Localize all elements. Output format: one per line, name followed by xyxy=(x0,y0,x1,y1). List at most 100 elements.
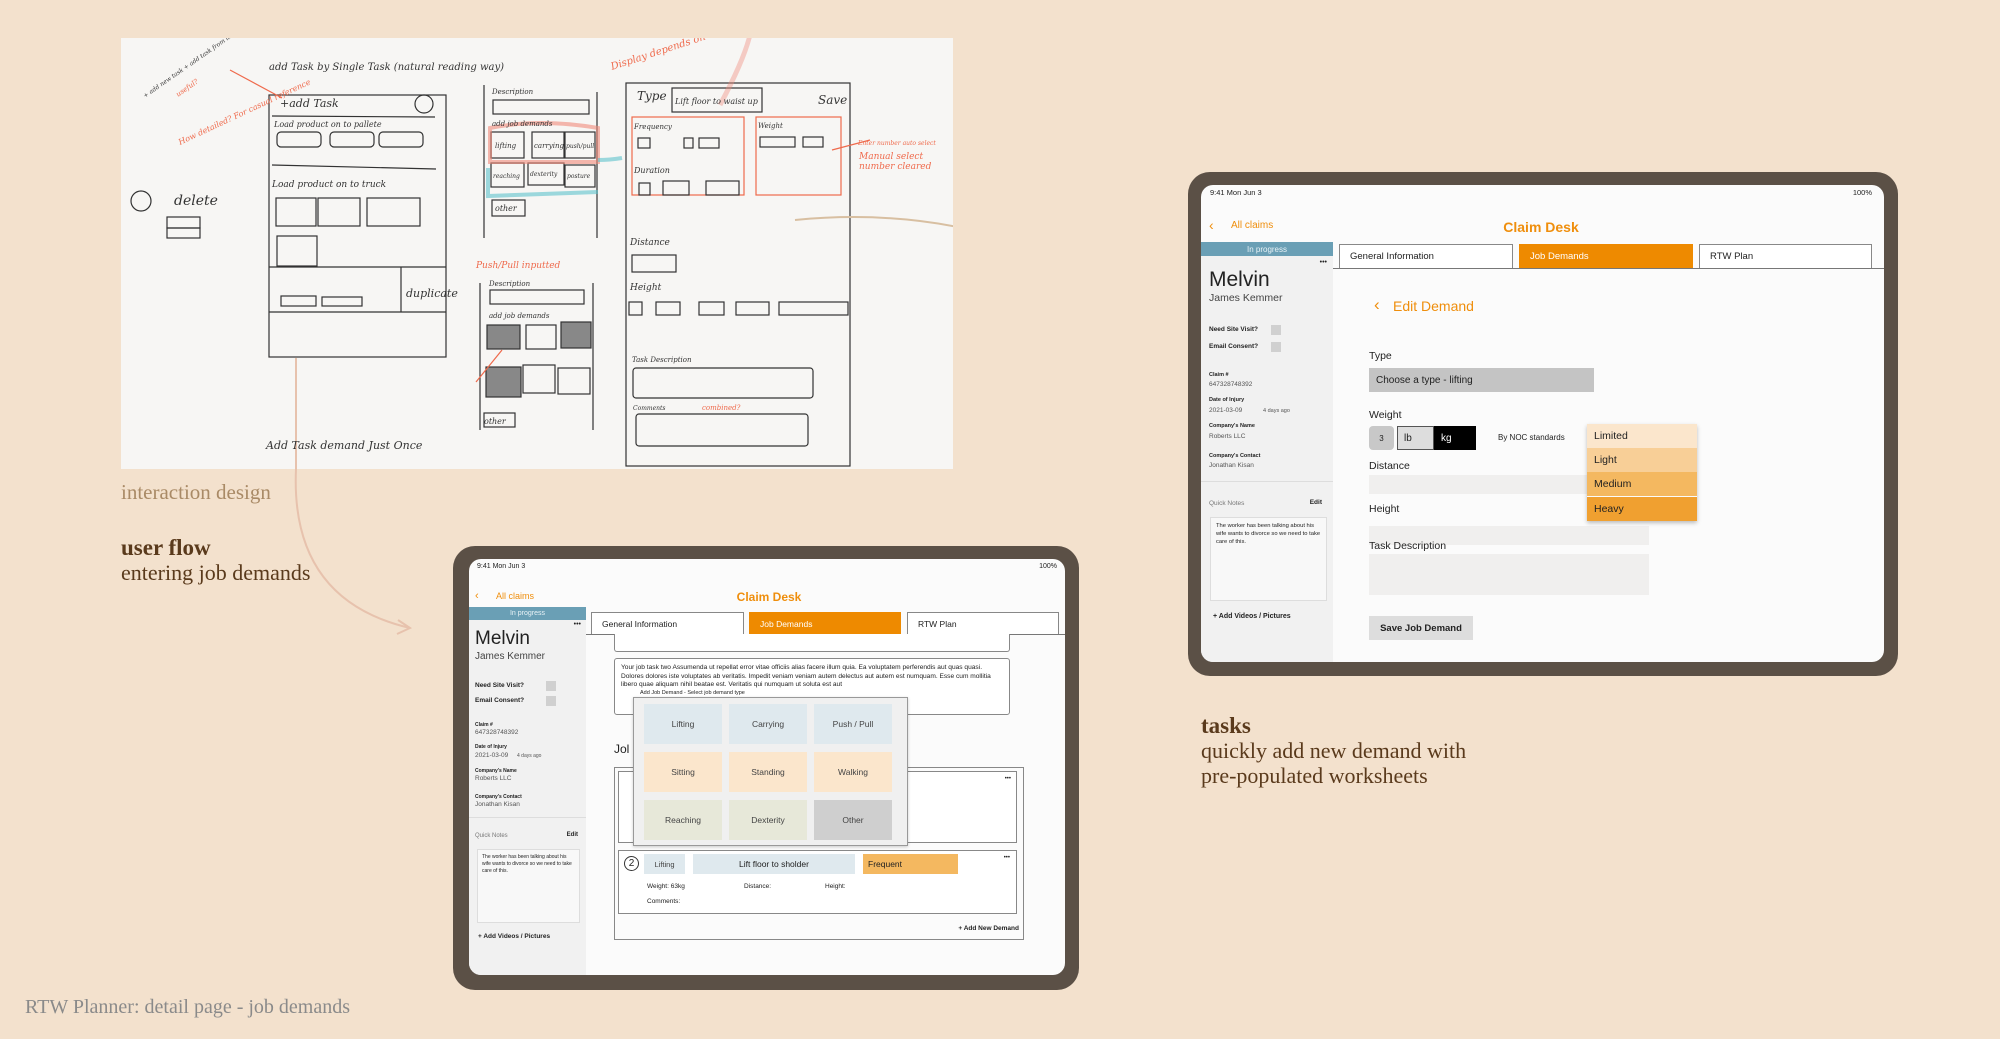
weight-level-option-medium[interactable]: Medium xyxy=(1587,472,1697,497)
need-site-visit-checkbox[interactable] xyxy=(546,681,556,691)
need-site-visit-label: Need Site Visit? xyxy=(475,682,525,689)
back-all-claims[interactable]: All claims xyxy=(1231,220,1273,231)
tab-rtw-plan[interactable]: RTW Plan xyxy=(907,612,1059,634)
doi-ago: 4 days ago xyxy=(517,753,542,759)
claimant-sidebar: In progress ••• Melvin James Kemmer Need… xyxy=(1201,242,1333,662)
type-select[interactable]: Choose a type - lifting xyxy=(1369,368,1594,392)
app-title-text: Claim Desk xyxy=(736,590,802,604)
job-type-option-sitting[interactable]: Sitting xyxy=(644,752,722,792)
unit-lb-toggle[interactable]: lb xyxy=(1397,426,1434,450)
demand-name: Lift floor to sholder xyxy=(693,854,855,874)
job-type-option-dexterity[interactable]: Dexterity xyxy=(729,800,807,840)
demand-comments: Comments: xyxy=(647,898,681,905)
claimant-full-name: James Kemmer xyxy=(475,651,546,662)
tablet-screen: 9:41 Mon Jun 3 100% ‹ All claims Claim D… xyxy=(469,559,1065,975)
more-icon[interactable]: ••• xyxy=(574,621,581,628)
caption-user-flow: user flow xyxy=(121,535,211,560)
demand-frequency: Frequent xyxy=(863,854,958,874)
claim-number: 647328748392 xyxy=(1209,381,1253,388)
demand-weight: Weight: 63kg xyxy=(647,883,685,890)
caption-user-flow-sub: entering job demands xyxy=(121,560,311,585)
contact-label: Company's Contact xyxy=(475,794,522,800)
chevron-left-icon[interactable]: ‹ xyxy=(475,590,479,602)
claimant-first-name: Melvin xyxy=(1209,268,1270,291)
caption-tasks-sub: pre-populated worksheets xyxy=(1201,763,1428,788)
company-value: Roberts LLC xyxy=(475,775,512,782)
back-all-claims[interactable]: All claims xyxy=(496,591,534,601)
add-media-button[interactable]: + Add Videos / Pictures xyxy=(478,933,550,940)
contact-label: Company's Contact xyxy=(1209,453,1261,459)
job-type-option-other[interactable]: Other xyxy=(814,800,892,840)
email-consent-label: Email Consent? xyxy=(1209,343,1259,350)
doi-label: Date of Injury xyxy=(475,744,507,750)
demand-card-top xyxy=(614,634,1010,652)
tab-job-demands[interactable]: Job Demands xyxy=(1519,244,1693,268)
contact-value: Jonathan Kisan xyxy=(1209,462,1254,469)
job-type-option-push-pull[interactable]: Push / Pull xyxy=(814,704,892,744)
weight-level-option-light[interactable]: Light xyxy=(1587,448,1697,473)
doi-ago: 4 days ago xyxy=(1263,408,1290,414)
add-new-demand-button[interactable]: + Add New Demand xyxy=(958,925,1019,932)
tab-job-demands[interactable]: Job Demands xyxy=(749,612,901,634)
email-consent-label: Email Consent? xyxy=(475,697,525,704)
claimant-full-name: James Kemmer xyxy=(1209,292,1283,304)
more-icon[interactable]: ••• xyxy=(1004,855,1010,861)
job-type-option-lifting[interactable]: Lifting xyxy=(644,704,722,744)
caption-tasks: tasks xyxy=(1201,713,1251,738)
page-footer: RTW Planner: detail page - job demands xyxy=(25,996,351,1018)
demand-item-2[interactable]: 2 Lifting Lift floor to sholder Frequent… xyxy=(618,850,1017,914)
claim-label: Claim # xyxy=(1209,372,1229,378)
battery-status: 100% xyxy=(1039,563,1057,570)
tab-bar: General Information Job Demands RTW Plan xyxy=(1333,244,1884,269)
add-media-button[interactable]: + Add Videos / Pictures xyxy=(1213,613,1291,620)
need-site-visit-checkbox[interactable] xyxy=(1271,325,1281,335)
quick-notes-edit[interactable]: Edit xyxy=(567,832,578,838)
save-job-demand-button[interactable]: Save Job Demand xyxy=(1369,616,1473,640)
modal-title: Add Job Demand - Select job demand type xyxy=(638,690,747,696)
task-description-input[interactable] xyxy=(1369,554,1649,595)
tab-general-information[interactable]: General Information xyxy=(591,612,744,634)
more-icon[interactable]: ••• xyxy=(1005,776,1011,782)
doi-label: Date of Injury xyxy=(1209,397,1245,403)
more-icon[interactable]: ••• xyxy=(1320,259,1327,266)
quick-notes-edit[interactable]: Edit xyxy=(1310,499,1322,506)
demand-number: 2 xyxy=(624,856,639,871)
job-type-option-reaching[interactable]: Reaching xyxy=(644,800,722,840)
job-type-option-walking[interactable]: Walking xyxy=(814,752,892,792)
weight-level-option-limited[interactable]: Limited xyxy=(1587,424,1697,448)
height-label: Height xyxy=(1369,503,1400,515)
job-type-option-standing[interactable]: Standing xyxy=(729,752,807,792)
company-label: Company's Name xyxy=(475,768,517,774)
status-time: 9:41 Mon Jun 3 xyxy=(1210,188,1262,197)
weight-level-option-heavy[interactable]: Heavy xyxy=(1587,496,1697,521)
job-demand-type-modal: Lifting Carrying Push / Pull Sitting Standin… xyxy=(633,697,908,846)
email-consent-checkbox[interactable] xyxy=(1271,342,1281,352)
tablet-screen: 9:41 Mon Jun 3 100% ‹ All claims Claim D… xyxy=(1201,185,1884,662)
job-type-option-carrying[interactable]: Carrying xyxy=(729,704,807,744)
quick-notes-box[interactable]: The worker has been talking about his wi… xyxy=(477,849,580,923)
caption-tasks-sub: quickly add new demand with xyxy=(1201,738,1467,763)
task-description-label: Task Description xyxy=(1369,540,1447,552)
unit-kg-toggle[interactable]: kg xyxy=(1434,426,1476,450)
edit-demand-heading: Edit Demand xyxy=(1393,298,1474,314)
quick-notes-label: Quick Notes xyxy=(1209,500,1245,507)
divider xyxy=(469,817,586,818)
tab-general-information[interactable]: General Information xyxy=(1339,244,1513,268)
app-title-text: Claim Desk xyxy=(1503,219,1579,235)
email-consent-checkbox[interactable] xyxy=(546,696,556,706)
tab-rtw-plan[interactable]: RTW Plan xyxy=(1699,244,1872,268)
section-heading: Jol xyxy=(614,742,630,756)
status-badge: In progress xyxy=(1201,242,1333,256)
chevron-left-icon[interactable]: ‹ xyxy=(1209,217,1214,233)
quick-notes-label: Quick Notes xyxy=(475,833,508,839)
company-value: Roberts LLC xyxy=(1209,433,1246,440)
weight-input[interactable]: 3 xyxy=(1369,426,1394,450)
tab-bar: General Information Job Demands RTW Plan xyxy=(586,612,1065,635)
quick-notes-box[interactable]: The worker has been talking about his wi… xyxy=(1210,517,1327,601)
demand-distance: Distance: xyxy=(744,883,772,890)
type-label: Type xyxy=(1369,350,1392,362)
battery-status: 100% xyxy=(1852,188,1872,197)
noc-standards-label: By NOC standards xyxy=(1498,433,1565,442)
status-time: 9:41 Mon Jun 3 xyxy=(477,563,526,570)
chevron-left-icon[interactable]: ‹ xyxy=(1374,295,1380,315)
